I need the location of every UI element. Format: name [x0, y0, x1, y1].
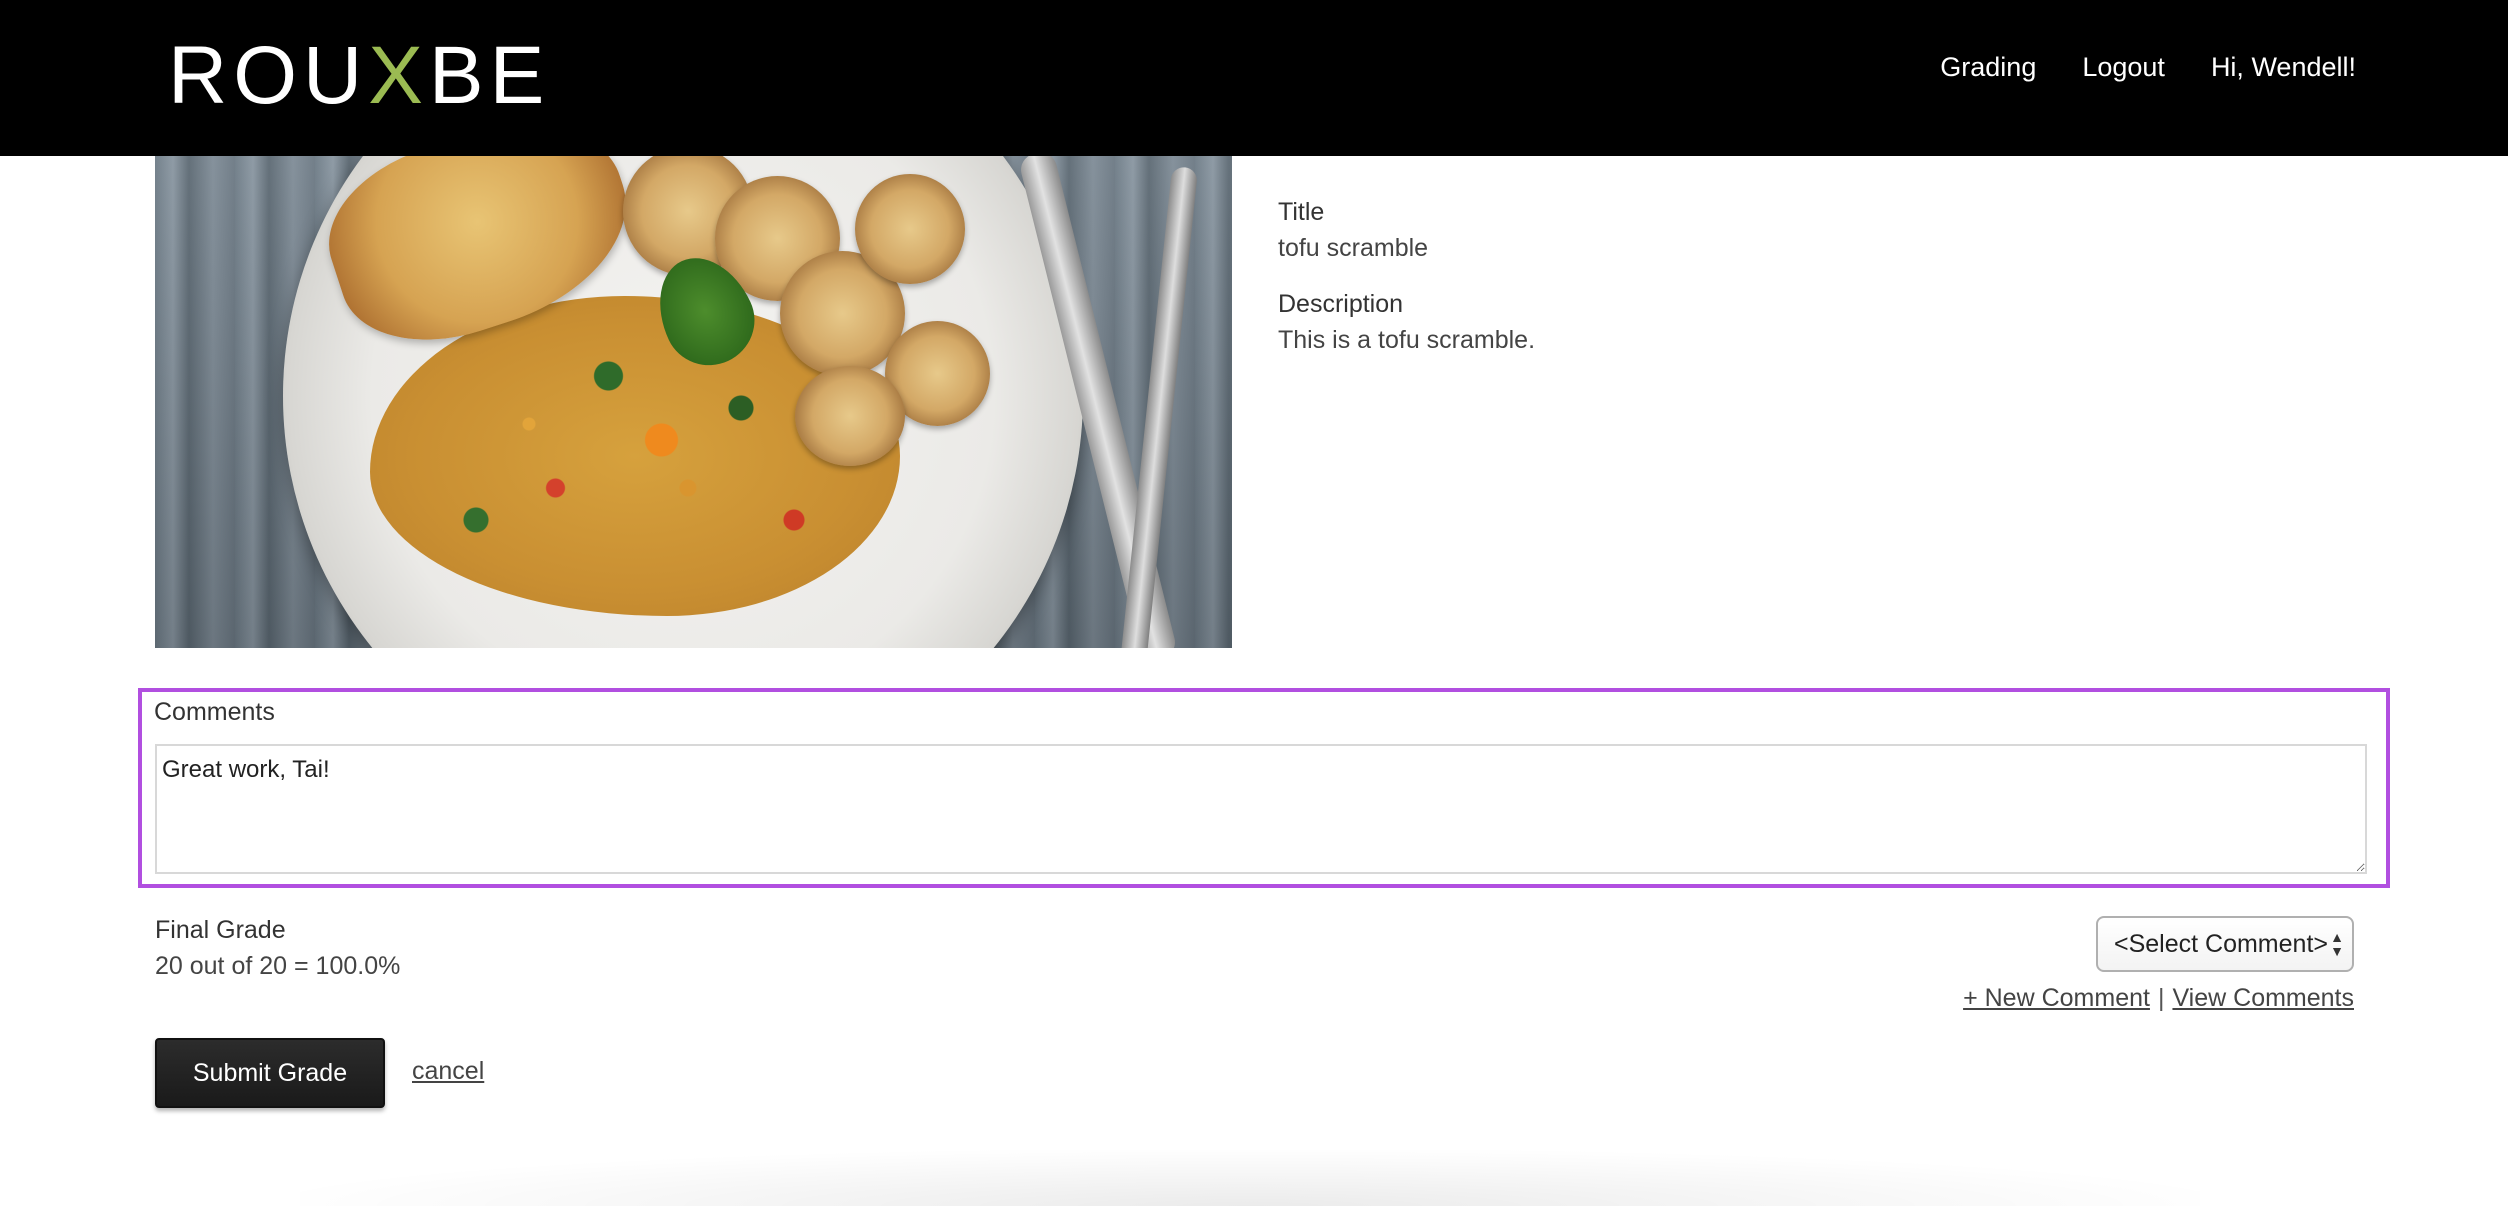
- final-grade-label: Final Grade: [155, 916, 286, 944]
- comment-links: + New Comment | View Comments: [1963, 984, 2354, 1013]
- description-label: Description: [1278, 290, 1404, 318]
- select-arrows-icon: ▲ ▼: [2330, 929, 2344, 959]
- nav-grading-link[interactable]: Grading: [1940, 52, 2036, 83]
- nav-user-greeting[interactable]: Hi, Wendell!: [2211, 52, 2356, 83]
- select-comment-dropdown[interactable]: <Select Comment> ▲ ▼: [2096, 916, 2354, 972]
- link-separator: |: [2157, 984, 2165, 1012]
- submission-photo: [155, 156, 1232, 648]
- logo-text-right: BE: [428, 30, 551, 121]
- logo-x-mark: X: [368, 30, 429, 121]
- top-nav-links: Grading Logout Hi, Wendell!: [1940, 52, 2356, 83]
- comments-textarea[interactable]: Great work, Tai!: [155, 744, 2367, 874]
- new-comment-link[interactable]: + New Comment: [1963, 984, 2150, 1012]
- description-value: This is a tofu scramble.: [1278, 326, 1536, 354]
- select-comment-value: <Select Comment>: [2114, 929, 2328, 958]
- logo-text-left: ROU: [168, 30, 369, 121]
- view-comments-link[interactable]: View Comments: [2172, 984, 2354, 1012]
- submission-details: Title tofu scramble Description This is …: [1278, 194, 1535, 378]
- top-navigation-bar: ROU X BE Grading Logout Hi, Wendell!: [0, 0, 2508, 156]
- title-label: Title: [1278, 198, 1325, 226]
- footer-shadow: [300, 1150, 2200, 1206]
- final-grade-value: 20 out of 20 = 100.0%: [155, 952, 401, 980]
- submit-grade-button[interactable]: Submit Grade: [155, 1038, 385, 1108]
- rouxbe-logo[interactable]: ROU X BE: [168, 30, 551, 121]
- title-value: tofu scramble: [1278, 234, 1429, 262]
- comments-label: Comments: [154, 698, 275, 726]
- cancel-link[interactable]: cancel: [412, 1057, 484, 1086]
- nav-logout-link[interactable]: Logout: [2082, 52, 2165, 83]
